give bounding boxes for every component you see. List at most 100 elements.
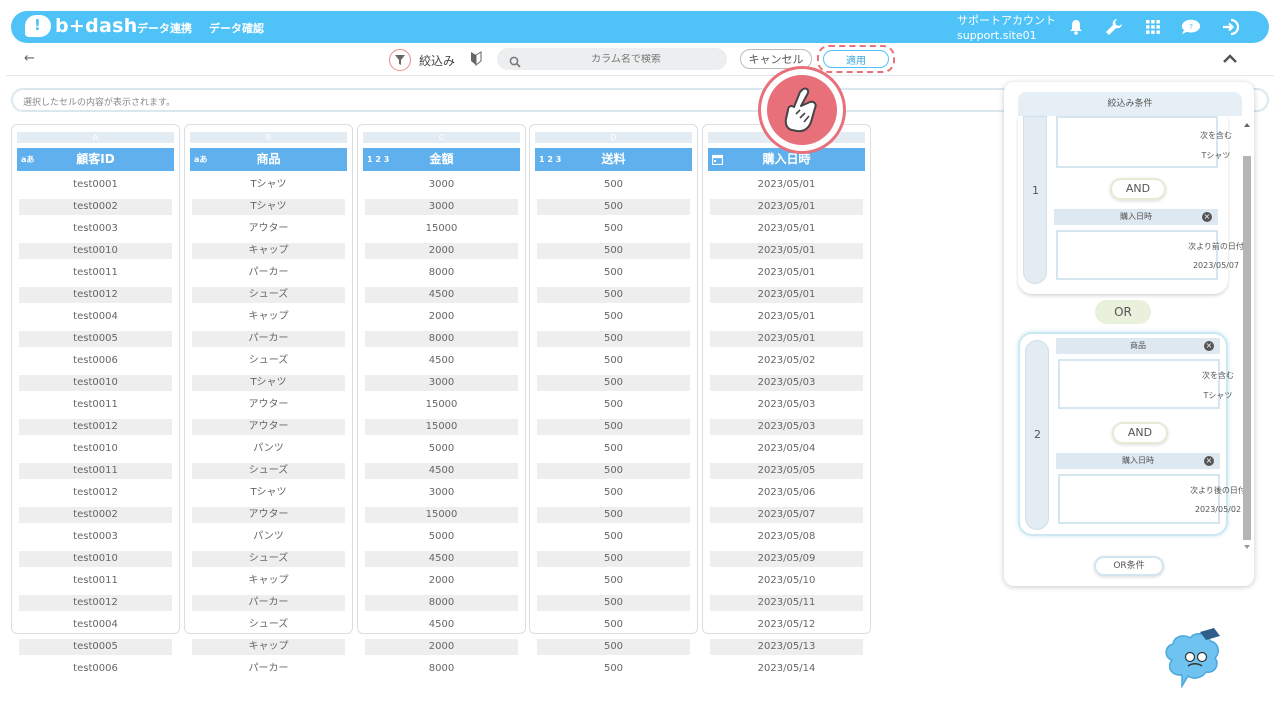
table-cell[interactable]: 500 bbox=[537, 529, 690, 549]
table-cell[interactable]: 8000 bbox=[365, 331, 518, 351]
table-cell[interactable]: 500 bbox=[537, 287, 690, 307]
table-cell[interactable]: test0002 bbox=[19, 199, 172, 219]
column-header[interactable]: 1 2 3 送料 bbox=[535, 148, 692, 171]
table-cell[interactable]: test0004 bbox=[19, 309, 172, 329]
table-cell[interactable]: 5000 bbox=[365, 529, 518, 549]
table-cell[interactable]: Tシャツ bbox=[192, 177, 345, 197]
table-cell[interactable]: 500 bbox=[537, 507, 690, 527]
table-cell[interactable]: 2023/05/01 bbox=[710, 221, 863, 241]
table-cell[interactable]: アウター bbox=[192, 221, 345, 241]
add-or-condition-button[interactable]: OR条件 bbox=[1094, 556, 1164, 576]
table-cell[interactable]: test0011 bbox=[19, 397, 172, 417]
table-cell[interactable]: パーカー bbox=[192, 331, 345, 351]
scroll-down-icon[interactable] bbox=[1243, 544, 1251, 550]
table-cell[interactable]: test0012 bbox=[19, 419, 172, 439]
remove-condition-icon[interactable]: × bbox=[1202, 212, 1212, 222]
scroll-up-icon[interactable] bbox=[1243, 122, 1251, 128]
table-cell[interactable]: 2023/05/02 bbox=[710, 353, 863, 373]
table-cell[interactable]: 3000 bbox=[365, 375, 518, 395]
table-cell[interactable]: test0003 bbox=[19, 221, 172, 241]
mascot-helper-icon[interactable] bbox=[1160, 626, 1226, 696]
table-cell[interactable]: test0010 bbox=[19, 441, 172, 461]
table-cell[interactable]: アウター bbox=[192, 397, 345, 417]
table-cell[interactable]: パーカー bbox=[192, 595, 345, 615]
table-cell[interactable]: 500 bbox=[537, 375, 690, 395]
table-cell[interactable]: 500 bbox=[537, 177, 690, 197]
table-cell[interactable]: 3000 bbox=[365, 199, 518, 219]
table-cell[interactable]: 2023/05/11 bbox=[710, 595, 863, 615]
bell-icon[interactable] bbox=[1066, 17, 1086, 37]
table-cell[interactable]: 2023/05/08 bbox=[710, 529, 863, 549]
filter-icon[interactable] bbox=[389, 49, 411, 71]
beginner-mark-icon[interactable] bbox=[470, 51, 482, 70]
table-cell[interactable]: 2023/05/03 bbox=[710, 397, 863, 417]
table-cell[interactable]: キャップ bbox=[192, 243, 345, 263]
table-cell[interactable]: 2000 bbox=[365, 639, 518, 659]
wrench-icon[interactable] bbox=[1104, 17, 1124, 37]
table-cell[interactable]: 2023/05/07 bbox=[710, 507, 863, 527]
table-cell[interactable]: test0012 bbox=[19, 595, 172, 615]
table-cell[interactable]: 500 bbox=[537, 419, 690, 439]
table-cell[interactable]: パンツ bbox=[192, 529, 345, 549]
table-cell[interactable]: 2000 bbox=[365, 243, 518, 263]
table-cell[interactable]: test0001 bbox=[19, 177, 172, 197]
table-cell[interactable]: test0006 bbox=[19, 353, 172, 373]
table-cell[interactable]: 4500 bbox=[365, 353, 518, 373]
table-cell[interactable]: パーカー bbox=[192, 265, 345, 285]
table-cell[interactable]: 2023/05/10 bbox=[710, 573, 863, 593]
table-cell[interactable]: 2000 bbox=[365, 309, 518, 329]
table-cell[interactable]: 2023/05/13 bbox=[710, 639, 863, 659]
column-header[interactable]: aあ 商品 bbox=[190, 148, 347, 171]
table-cell[interactable]: 500 bbox=[537, 353, 690, 373]
nav-data-link[interactable]: データ連携 bbox=[137, 20, 192, 36]
chat-icon[interactable]: ? bbox=[1181, 17, 1201, 37]
logout-icon[interactable] bbox=[1221, 17, 1241, 37]
table-cell[interactable]: 8000 bbox=[365, 595, 518, 615]
grid-icon[interactable] bbox=[1143, 17, 1163, 37]
group-1-condition-1[interactable]: 次を含む Tシャツ bbox=[1056, 116, 1232, 168]
table-cell[interactable]: 8000 bbox=[365, 265, 518, 285]
column-header[interactable]: 1 2 3 金額 bbox=[363, 148, 520, 171]
table-cell[interactable]: 2023/05/05 bbox=[710, 463, 863, 483]
table-cell[interactable]: test0005 bbox=[19, 639, 172, 659]
table-cell[interactable]: 2023/05/03 bbox=[710, 375, 863, 395]
table-cell[interactable]: test0004 bbox=[19, 617, 172, 637]
table-cell[interactable]: 500 bbox=[537, 243, 690, 263]
table-cell[interactable]: 2023/05/01 bbox=[710, 331, 863, 351]
table-cell[interactable]: 3000 bbox=[365, 485, 518, 505]
table-cell[interactable]: 500 bbox=[537, 221, 690, 241]
apply-button[interactable]: 適用 bbox=[823, 50, 889, 68]
table-cell[interactable]: 500 bbox=[537, 485, 690, 505]
table-cell[interactable]: 2000 bbox=[365, 573, 518, 593]
table-cell[interactable]: Tシャツ bbox=[192, 199, 345, 219]
table-cell[interactable]: パンツ bbox=[192, 441, 345, 461]
table-cell[interactable]: 500 bbox=[537, 463, 690, 483]
table-cell[interactable]: 500 bbox=[537, 551, 690, 571]
table-cell[interactable]: 2023/05/01 bbox=[710, 177, 863, 197]
table-cell[interactable]: test0011 bbox=[19, 463, 172, 483]
column-header[interactable]: aあ 顧客ID bbox=[17, 148, 174, 171]
table-cell[interactable]: キャップ bbox=[192, 309, 345, 329]
table-cell[interactable]: 2023/05/06 bbox=[710, 485, 863, 505]
table-cell[interactable]: Tシャツ bbox=[192, 485, 345, 505]
scroll-thumb[interactable] bbox=[1243, 156, 1251, 540]
nav-data-check[interactable]: データ確認 bbox=[209, 20, 264, 36]
table-cell[interactable]: キャップ bbox=[192, 639, 345, 659]
table-cell[interactable]: 4500 bbox=[365, 287, 518, 307]
table-cell[interactable]: test0012 bbox=[19, 485, 172, 505]
table-cell[interactable]: 500 bbox=[537, 441, 690, 461]
table-cell[interactable]: test0010 bbox=[19, 375, 172, 395]
table-cell[interactable]: 2023/05/12 bbox=[710, 617, 863, 637]
table-cell[interactable]: 2023/05/04 bbox=[710, 441, 863, 461]
table-cell[interactable]: 2023/05/03 bbox=[710, 419, 863, 439]
table-cell[interactable]: 2023/05/01 bbox=[710, 199, 863, 219]
table-cell[interactable]: シューズ bbox=[192, 353, 345, 373]
and-button[interactable]: AND bbox=[1110, 178, 1166, 200]
remove-condition-icon[interactable]: × bbox=[1204, 456, 1214, 466]
table-cell[interactable]: 2023/05/01 bbox=[710, 265, 863, 285]
table-cell[interactable]: パーカー bbox=[192, 661, 345, 681]
table-cell[interactable]: 4500 bbox=[365, 617, 518, 637]
table-cell[interactable]: test0011 bbox=[19, 265, 172, 285]
collapse-chevron-up-icon[interactable] bbox=[1222, 50, 1238, 69]
logo[interactable]: b+dash bbox=[25, 15, 138, 37]
